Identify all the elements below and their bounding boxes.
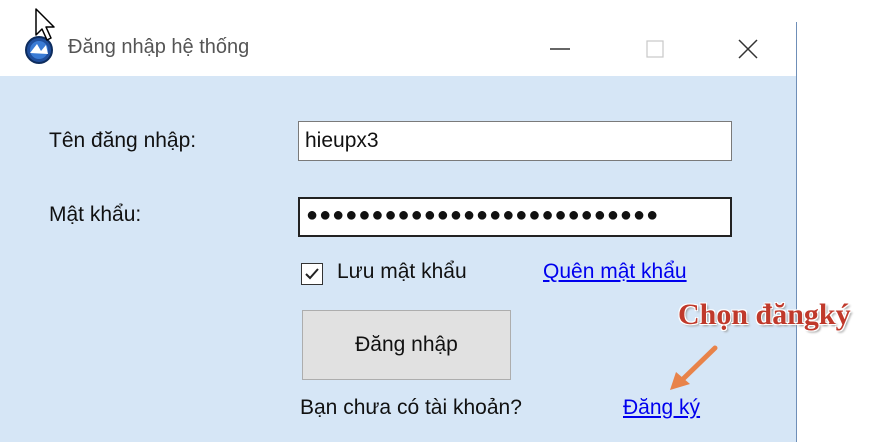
username-label: Tên đăng nhập: bbox=[49, 129, 197, 152]
annotation-label: Chọn đăngký bbox=[678, 298, 851, 331]
annotation-arrow-icon bbox=[670, 345, 718, 390]
password-input[interactable]: ●●●●●●●●●●●●●●●●●●●●●●●●●●● bbox=[298, 197, 732, 237]
forgot-password-link[interactable]: Quên mật khẩu bbox=[543, 260, 687, 284]
mouse-cursor-icon bbox=[35, 8, 55, 41]
password-label: Mật khẩu: bbox=[49, 203, 142, 226]
maximize-button bbox=[625, 22, 685, 76]
login-button[interactable]: Đăng nhập bbox=[302, 310, 511, 380]
title-bar[interactable]: Đăng nhập hệ thống bbox=[0, 22, 796, 76]
close-icon bbox=[738, 39, 758, 59]
register-link[interactable]: Đăng ký bbox=[623, 396, 700, 420]
remember-password-checkbox[interactable] bbox=[301, 263, 323, 285]
maximize-icon bbox=[646, 40, 664, 58]
no-account-text: Bạn chưa có tài khoản? bbox=[300, 396, 522, 419]
minimize-button[interactable] bbox=[530, 22, 590, 76]
remember-password-label[interactable]: Lưu mật khẩu bbox=[337, 260, 467, 284]
close-button[interactable] bbox=[718, 22, 778, 76]
window-title: Đăng nhập hệ thống bbox=[68, 36, 250, 58]
checkmark-icon bbox=[305, 268, 319, 280]
minimize-icon bbox=[550, 48, 570, 50]
username-input[interactable]: hieupx3 bbox=[298, 121, 732, 161]
